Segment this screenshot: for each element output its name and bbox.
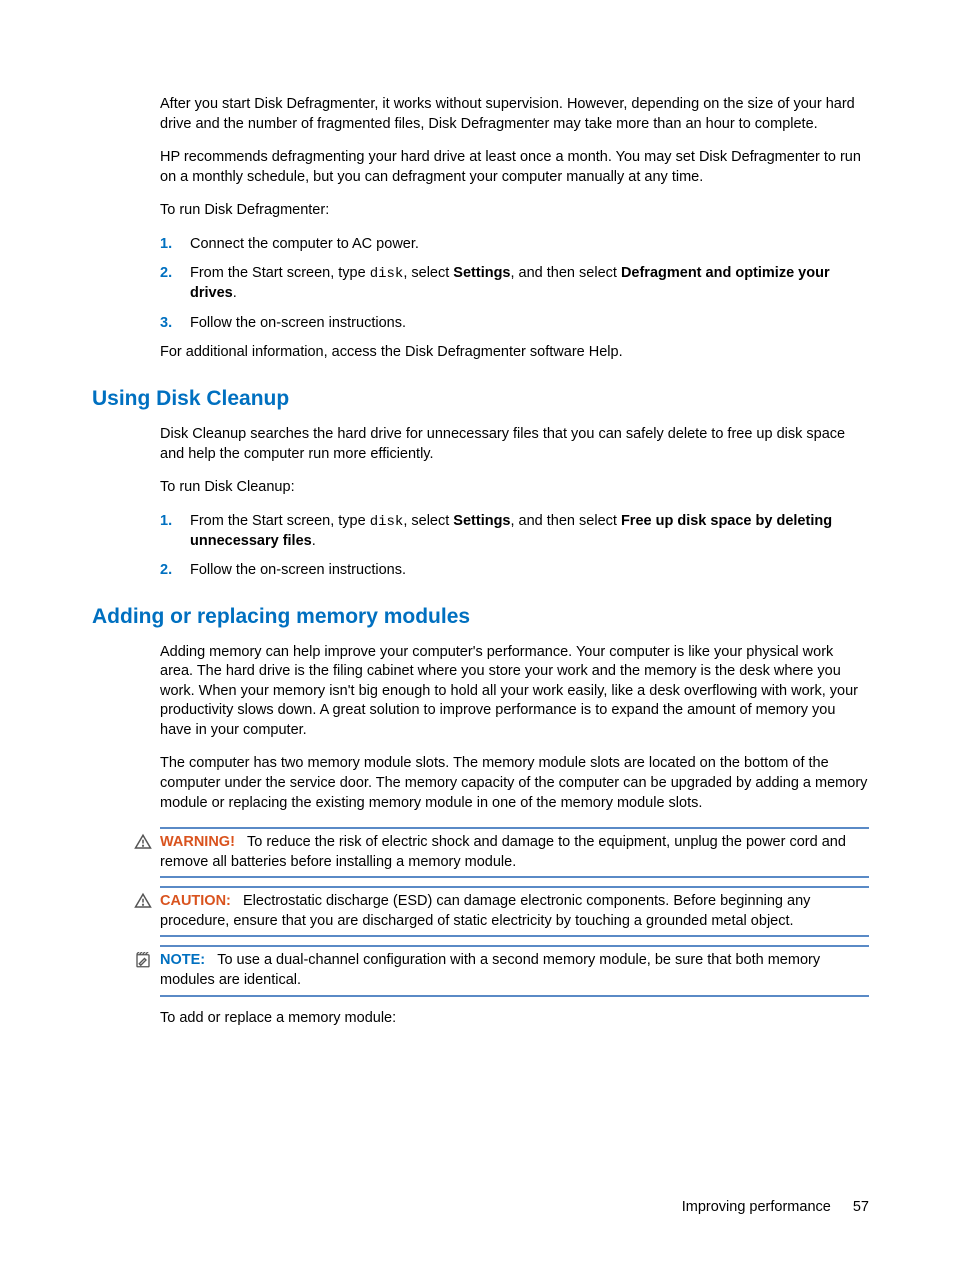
memory-para-1: Adding memory can help improve your comp… bbox=[160, 643, 869, 741]
defrag-step-3: 3. Follow the on-screen instructions. bbox=[160, 314, 869, 334]
page-number: 57 bbox=[853, 1199, 869, 1215]
text-fragment: , select bbox=[403, 265, 453, 281]
step-number: 2. bbox=[160, 264, 190, 303]
intro-para-2: HP recommends defragmenting your hard dr… bbox=[160, 148, 869, 187]
cleanup-para-1: Disk Cleanup searches the hard drive for… bbox=[160, 425, 869, 464]
step-text: Follow the on-screen instructions. bbox=[190, 314, 869, 334]
text-fragment: , select bbox=[403, 513, 453, 529]
cleanup-step-2: 2. Follow the on-screen instructions. bbox=[160, 561, 869, 581]
step-number: 3. bbox=[160, 314, 190, 334]
cleanup-para-2: To run Disk Cleanup: bbox=[160, 478, 869, 498]
text-fragment: . bbox=[312, 533, 316, 549]
note-text: To use a dual-channel configuration with… bbox=[160, 952, 820, 988]
footer-section-title: Improving performance bbox=[682, 1199, 831, 1215]
defrag-step-2: 2. From the Start screen, type disk, sel… bbox=[160, 264, 869, 303]
text-fragment: , and then select bbox=[511, 513, 621, 529]
step-text: Follow the on-screen instructions. bbox=[190, 561, 869, 581]
warning-icon bbox=[134, 833, 152, 851]
warning-label: WARNING! bbox=[160, 834, 235, 850]
caution-icon bbox=[134, 892, 152, 910]
memory-para-3: To add or replace a memory module: bbox=[160, 1009, 869, 1029]
text-fragment: . bbox=[233, 285, 237, 301]
intro-para-4: For additional information, access the D… bbox=[160, 343, 869, 363]
text-fragment: From the Start screen, type bbox=[190, 513, 370, 529]
code-text: disk bbox=[370, 266, 404, 282]
warning-text: To reduce the risk of electric shock and… bbox=[160, 834, 846, 870]
step-text: Connect the computer to AC power. bbox=[190, 235, 869, 255]
bold-text: Settings bbox=[453, 513, 510, 529]
defrag-step-1: 1. Connect the computer to AC power. bbox=[160, 235, 869, 255]
step-text: From the Start screen, type disk, select… bbox=[190, 512, 869, 551]
warning-callout: WARNING! To reduce the risk of electric … bbox=[160, 827, 869, 878]
bold-text: Settings bbox=[453, 265, 510, 281]
note-icon bbox=[134, 951, 152, 969]
text-fragment: , and then select bbox=[511, 265, 621, 281]
document-page: After you start Disk Defragmenter, it wo… bbox=[0, 0, 954, 1082]
step-number: 2. bbox=[160, 561, 190, 581]
step-number: 1. bbox=[160, 235, 190, 255]
memory-para-2: The computer has two memory module slots… bbox=[160, 754, 869, 813]
code-text: disk bbox=[370, 514, 404, 530]
note-callout: NOTE: To use a dual-channel configuratio… bbox=[160, 945, 869, 996]
step-number: 1. bbox=[160, 512, 190, 551]
cleanup-step-1: 1. From the Start screen, type disk, sel… bbox=[160, 512, 869, 551]
heading-disk-cleanup: Using Disk Cleanup bbox=[92, 387, 869, 411]
text-fragment: From the Start screen, type bbox=[190, 265, 370, 281]
caution-text: Electrostatic discharge (ESD) can damage… bbox=[160, 893, 810, 929]
heading-memory-modules: Adding or replacing memory modules bbox=[92, 605, 869, 629]
note-label: NOTE: bbox=[160, 952, 205, 968]
caution-callout: CAUTION: Electrostatic discharge (ESD) c… bbox=[160, 886, 869, 937]
step-text: From the Start screen, type disk, select… bbox=[190, 264, 869, 303]
page-footer: Improving performance 57 bbox=[682, 1199, 869, 1215]
intro-para-3: To run Disk Defragmenter: bbox=[160, 201, 869, 221]
intro-para-1: After you start Disk Defragmenter, it wo… bbox=[160, 95, 869, 134]
caution-label: CAUTION: bbox=[160, 893, 231, 909]
